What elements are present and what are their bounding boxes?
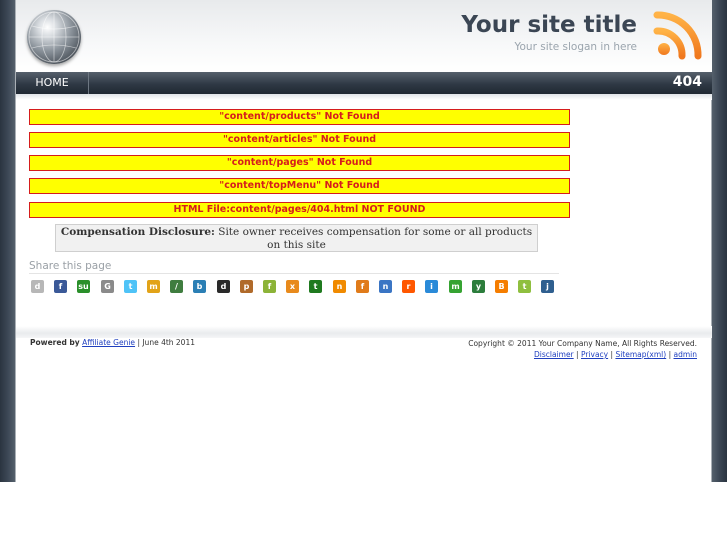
- propeller-icon[interactable]: p: [240, 280, 253, 293]
- error-message: HTML File:content/pages/404.html NOT FOU…: [29, 202, 570, 218]
- admin-link[interactable]: admin: [674, 350, 698, 359]
- rss-icon[interactable]: [652, 9, 704, 61]
- footer-copyright-block: Copyright © 2011 Your Company Name, All …: [468, 338, 697, 360]
- sitemap-link[interactable]: Sitemap(xml): [615, 350, 666, 359]
- share-label: Share this page: [29, 260, 112, 272]
- blinklist-icon[interactable]: b: [193, 280, 206, 293]
- main-nav: HOME 404: [16, 72, 712, 94]
- magnolia-icon[interactable]: m: [449, 280, 462, 293]
- site-title[interactable]: Your site title: [461, 12, 637, 38]
- reddit-icon[interactable]: r: [402, 280, 415, 293]
- twitter-icon[interactable]: t: [124, 280, 137, 293]
- privacy-link[interactable]: Privacy: [581, 350, 608, 359]
- globe-logo-icon: [27, 10, 81, 64]
- fark-icon[interactable]: f: [356, 280, 369, 293]
- nav-home-link[interactable]: HOME: [16, 72, 89, 94]
- error-message: "content/pages" Not Found: [29, 155, 570, 171]
- stumbleupon-icon[interactable]: su: [77, 280, 90, 293]
- disclosure-label: Compensation Disclosure:: [60, 226, 215, 238]
- site-slogan: Your site slogan in here: [514, 41, 637, 53]
- digg-icon[interactable]: d: [31, 280, 44, 293]
- footer-links: Disclaimer | Privacy | Sitemap(xml) | ad…: [468, 349, 697, 360]
- disclaimer-link[interactable]: Disclaimer: [534, 350, 574, 359]
- google-icon[interactable]: G: [101, 280, 114, 293]
- nav-shadow: [16, 94, 712, 100]
- compensation-disclosure: Compensation Disclosure: Site owner rece…: [55, 224, 538, 252]
- slashdot-icon[interactable]: /: [170, 280, 183, 293]
- footer-separator: |: [610, 350, 614, 359]
- jumptags-icon[interactable]: j: [541, 280, 554, 293]
- myspace-icon[interactable]: m: [147, 280, 160, 293]
- yigg-icon[interactable]: y: [472, 280, 485, 293]
- error-message: "content/products" Not Found: [29, 109, 570, 125]
- page-code: 404: [672, 74, 702, 90]
- error-message: "content/topMenu" Not Found: [29, 178, 570, 194]
- linkarena-icon[interactable]: i: [425, 280, 438, 293]
- furl-icon[interactable]: f: [263, 280, 276, 293]
- footer-divider: [16, 326, 712, 338]
- powered-date: | June 4th 2011: [137, 338, 196, 347]
- newsvine-icon[interactable]: n: [379, 280, 392, 293]
- tipd-icon[interactable]: t: [518, 280, 531, 293]
- affiliate-genie-link[interactable]: Affiliate Genie: [82, 338, 135, 347]
- share-divider: [29, 273, 559, 274]
- footer-separator: |: [668, 350, 672, 359]
- copyright-text: Copyright © 2011 Your Company Name, All …: [468, 339, 697, 348]
- mixx-icon[interactable]: x: [286, 280, 299, 293]
- disclosure-text: Site owner receives compensation for som…: [218, 226, 533, 251]
- error-message: "content/articles" Not Found: [29, 132, 570, 148]
- technorati-icon[interactable]: t: [309, 280, 322, 293]
- powered-by: Powered by Affiliate Genie | June 4th 20…: [30, 338, 195, 347]
- blogger-icon[interactable]: B: [495, 280, 508, 293]
- delicious-icon[interactable]: d: [217, 280, 230, 293]
- netvibes-icon[interactable]: n: [333, 280, 346, 293]
- facebook-icon[interactable]: f: [54, 280, 67, 293]
- footer-separator: |: [576, 350, 579, 359]
- powered-prefix: Powered by: [30, 338, 80, 347]
